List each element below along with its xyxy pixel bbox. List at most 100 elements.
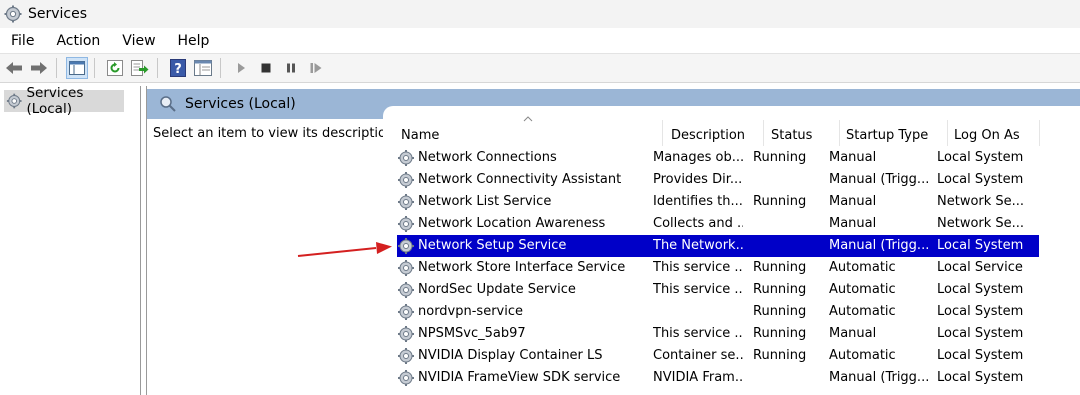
service-row[interactable]: Network Location Awareness Collects and .… bbox=[397, 213, 1039, 235]
window-title: Services bbox=[28, 6, 88, 22]
service-gear-icon bbox=[398, 260, 414, 276]
service-gear-icon bbox=[398, 172, 414, 188]
services-list: Name Description Status Startup Type Log… bbox=[383, 106, 1080, 395]
service-log-on-as: Local System bbox=[937, 304, 1024, 319]
service-row[interactable]: NVIDIA FrameView SDK service NVIDIA Fram.… bbox=[397, 367, 1039, 389]
service-name: Network Store Interface Service bbox=[418, 260, 626, 275]
service-log-on-as: Network Se... bbox=[937, 194, 1025, 209]
stop-icon[interactable] bbox=[255, 57, 277, 79]
service-row[interactable]: Network Store Interface Service This serv… bbox=[397, 257, 1039, 279]
service-row[interactable]: Network Setup Service The Network... Manua… bbox=[397, 235, 1039, 257]
console-tree-icon[interactable] bbox=[66, 57, 88, 79]
column-description[interactable]: Description bbox=[671, 126, 745, 146]
service-description bbox=[653, 301, 743, 323]
column-separator[interactable] bbox=[662, 120, 663, 146]
service-status: Running bbox=[753, 326, 807, 341]
service-name-cell: NVIDIA FrameView SDK service bbox=[397, 367, 659, 389]
service-status bbox=[753, 169, 823, 191]
service-gear-icon bbox=[398, 150, 414, 166]
service-gear-icon bbox=[398, 194, 414, 210]
refresh-icon[interactable] bbox=[104, 57, 126, 79]
service-row[interactable]: Network List Service Identifies th... Runn… bbox=[397, 191, 1039, 213]
column-separator[interactable] bbox=[763, 120, 764, 146]
menu-bar: File Action View Help bbox=[0, 29, 1080, 54]
service-name: Network List Service bbox=[418, 194, 552, 209]
toolbar-separator bbox=[56, 58, 57, 78]
service-description: NVIDIA Fram... bbox=[653, 370, 743, 385]
service-name: NPSMSvc_5ab97 bbox=[418, 326, 526, 341]
column-separator[interactable] bbox=[947, 120, 948, 146]
toolbar-separator bbox=[157, 58, 158, 78]
menu-view[interactable]: View bbox=[111, 33, 166, 49]
service-name-cell: Network Setup Service bbox=[397, 235, 659, 257]
service-log-on-as: Local System bbox=[937, 238, 1024, 253]
toolbar-separator bbox=[220, 58, 221, 78]
service-status: Running bbox=[753, 194, 807, 209]
column-separator[interactable] bbox=[839, 120, 840, 146]
service-gear-icon bbox=[398, 370, 414, 386]
service-gear-icon bbox=[398, 348, 414, 364]
service-log-on-as: Local System bbox=[937, 150, 1024, 165]
play-icon[interactable] bbox=[230, 57, 252, 79]
service-startup-type: Automatic bbox=[829, 260, 896, 275]
menu-action[interactable]: Action bbox=[45, 33, 111, 49]
pause-icon[interactable] bbox=[280, 57, 302, 79]
console-tree-pane: Services (Local) bbox=[0, 85, 141, 395]
restart-icon[interactable] bbox=[305, 57, 327, 79]
service-row[interactable]: NVIDIA Display Container LS Container se.… bbox=[397, 345, 1039, 367]
help-icon[interactable]: ? bbox=[167, 57, 189, 79]
service-row[interactable]: NordSec Update Service This service ... Ru… bbox=[397, 279, 1039, 301]
service-name-cell: Network Connections bbox=[397, 147, 659, 169]
tree-item-services-local[interactable]: Services (Local) bbox=[4, 85, 124, 117]
service-startup-type: Automatic bbox=[829, 282, 896, 297]
column-name[interactable]: Name bbox=[401, 126, 439, 146]
service-description: Collects and ... bbox=[653, 216, 743, 231]
column-startup-type[interactable]: Startup Type bbox=[846, 126, 928, 146]
service-name: Network Location Awareness bbox=[418, 216, 606, 231]
properties-icon[interactable] bbox=[192, 57, 214, 79]
service-log-on-as: Local System bbox=[937, 326, 1024, 341]
export-list-icon[interactable] bbox=[129, 57, 151, 79]
service-gear-icon bbox=[398, 304, 414, 320]
service-startup-type: Manual bbox=[829, 194, 877, 209]
service-row[interactable]: Network Connectivity Assistant Provides D… bbox=[397, 169, 1039, 191]
service-description: This service ... bbox=[653, 326, 743, 341]
service-status: Running bbox=[753, 348, 807, 363]
service-log-on-as: Local System bbox=[937, 282, 1024, 297]
service-status: Running bbox=[753, 150, 807, 165]
tree-item-label: Services (Local) bbox=[26, 85, 84, 117]
column-separator[interactable] bbox=[1039, 120, 1040, 146]
column-headers: Name Description Status Startup Type Log… bbox=[383, 106, 1080, 146]
service-description: Container se... bbox=[653, 348, 743, 363]
menu-help[interactable]: Help bbox=[167, 33, 221, 49]
column-log-on-as[interactable]: Log On As bbox=[954, 126, 1020, 146]
service-log-on-as: Local System bbox=[937, 172, 1024, 187]
service-name: Network Setup Service bbox=[418, 238, 567, 253]
services-gear-icon bbox=[6, 93, 22, 109]
service-description: The Network... bbox=[653, 238, 743, 253]
menu-file[interactable]: File bbox=[0, 33, 45, 49]
service-row[interactable]: NPSMSvc_5ab97 This service ... Running Manu… bbox=[397, 323, 1039, 345]
column-status[interactable]: Status bbox=[771, 126, 812, 146]
service-name-cell: NVIDIA Display Container LS bbox=[397, 345, 659, 367]
service-description: Identifies th... bbox=[653, 194, 743, 209]
forward-arrow-icon[interactable] bbox=[28, 57, 50, 79]
service-row[interactable]: Network Connections Manages ob... Running M… bbox=[397, 147, 1039, 169]
service-startup-type: Manual (Trigg... bbox=[829, 238, 929, 253]
service-startup-type: Manual (Trigg... bbox=[829, 172, 929, 187]
service-startup-type: Automatic bbox=[829, 348, 896, 363]
service-log-on-as: Local Service bbox=[937, 260, 1023, 275]
service-gear-icon bbox=[398, 326, 414, 342]
service-name-cell: NordSec Update Service bbox=[397, 279, 659, 301]
services-app-icon bbox=[4, 5, 22, 23]
back-arrow-icon[interactable] bbox=[3, 57, 25, 79]
service-startup-type: Manual (Trigg... bbox=[829, 370, 929, 385]
service-row[interactable]: nordvpn-service Running Automatic Local Sys… bbox=[397, 301, 1039, 323]
pane-title: Services (Local) bbox=[185, 96, 296, 112]
service-log-on-as: Local System bbox=[937, 370, 1024, 385]
service-status bbox=[753, 367, 823, 389]
service-name: Network Connectivity Assistant bbox=[418, 172, 622, 187]
service-startup-type: Automatic bbox=[829, 304, 896, 319]
toolbar: ? bbox=[0, 54, 1080, 83]
service-name: nordvpn-service bbox=[418, 304, 524, 319]
